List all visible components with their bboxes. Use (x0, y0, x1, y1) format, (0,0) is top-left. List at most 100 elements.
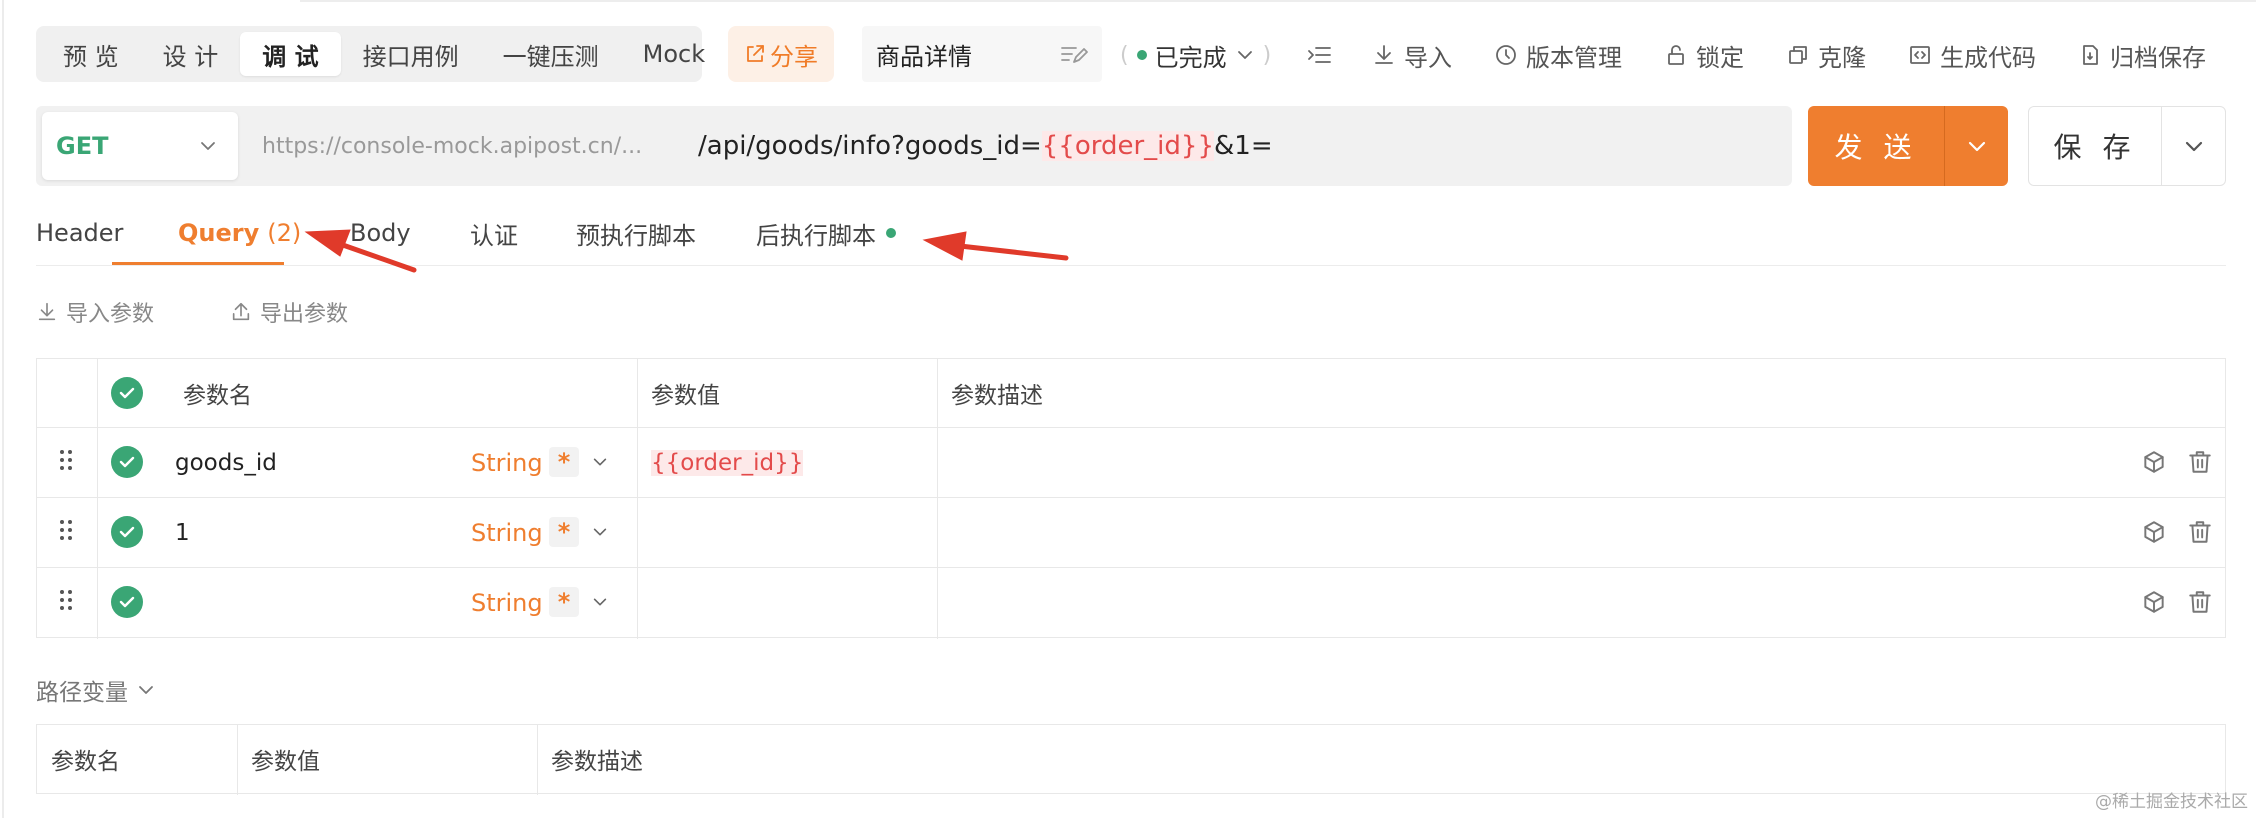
clone-label: 克隆 (1818, 43, 1866, 72)
cube-icon[interactable] (2141, 449, 2167, 475)
chevron-down-icon (198, 136, 218, 156)
top-border (300, 0, 2256, 2)
column-header-value: 参数值 (651, 383, 720, 409)
method-label: GET (56, 132, 109, 160)
mode-debug[interactable]: 调 试 (240, 32, 341, 76)
upload-icon (230, 301, 252, 323)
trash-icon[interactable] (2187, 589, 2213, 615)
lock-label: 锁定 (1696, 43, 1744, 72)
required-toggle[interactable]: * (549, 587, 579, 617)
export-params-label: 导出参数 (260, 302, 349, 327)
chevron-down-icon[interactable] (591, 453, 609, 471)
param-value-variable: {{order_id}} (651, 450, 804, 476)
lock-icon (1664, 43, 1688, 67)
param-name-input[interactable]: goods_id (175, 445, 277, 481)
row-checkbox[interactable] (111, 446, 143, 478)
lock-button[interactable]: 锁定 (1664, 30, 1744, 80)
cube-icon[interactable] (2141, 589, 2167, 615)
column-header-name: 参数名 (183, 383, 252, 409)
tab-query-count: (2) (267, 219, 302, 247)
tab-post-script[interactable]: 后执行脚本 (756, 200, 896, 266)
column-header-name: 参数名 (51, 749, 120, 775)
chevron-down-icon (136, 680, 156, 700)
path-vars-toggle[interactable]: 路径变量 (36, 670, 156, 710)
required-toggle[interactable]: * (549, 517, 579, 547)
column-header-value: 参数值 (251, 749, 320, 775)
trash-icon[interactable] (2187, 449, 2213, 475)
select-all-checkbox[interactable] (111, 377, 143, 409)
required-star: * (549, 587, 579, 617)
share-button[interactable]: 分享 (728, 26, 834, 82)
divider: ( (1120, 42, 1129, 68)
tab-header[interactable]: Header (36, 200, 123, 266)
edit-icon[interactable] (1060, 42, 1088, 66)
mode-design[interactable]: 设 计 (141, 32, 241, 76)
archive-button[interactable]: 归档保存 (2078, 30, 2206, 80)
param-type-select[interactable]: String (471, 585, 543, 621)
param-type-select[interactable]: String (471, 445, 543, 481)
url-path-suffix: &1= (1214, 131, 1273, 161)
send-button[interactable]: 发 送 (1808, 106, 2008, 186)
collapse-button[interactable] (1306, 30, 1332, 80)
mode-load-test[interactable]: 一键压测 (481, 32, 621, 76)
share-label: 分享 (770, 42, 818, 71)
query-params-table: 参数名 参数值 参数描述 goods_id String * {{order_i… (36, 358, 2226, 639)
version-button[interactable]: 版本管理 (1494, 30, 1622, 80)
mode-mock[interactable]: Mock (621, 32, 727, 76)
version-label: 版本管理 (1526, 43, 1622, 72)
archive-label: 归档保存 (2110, 43, 2206, 72)
api-name-field[interactable]: 商品详情 (862, 26, 1102, 82)
copy-icon (1786, 43, 1810, 67)
tab-query-label: Query (178, 219, 260, 247)
import-params-label: 导入参数 (66, 302, 155, 327)
import-params-button[interactable]: 导入参数 (36, 292, 154, 332)
param-name-input[interactable]: 1 (175, 515, 190, 551)
tab-pre-script[interactable]: 预执行脚本 (576, 200, 696, 266)
check-icon (111, 377, 143, 409)
archive-icon (2078, 43, 2102, 67)
required-toggle[interactable]: * (549, 447, 579, 477)
status-dropdown[interactable]: ( 已完成 ) (1120, 30, 1271, 80)
trash-icon[interactable] (2187, 519, 2213, 545)
tab-query[interactable]: Query (2) (178, 200, 301, 266)
param-value-input[interactable]: {{order_id}} (651, 445, 804, 481)
clone-button[interactable]: 克隆 (1786, 30, 1866, 80)
mode-switcher: 预 览 设 计 调 试 接口用例 一键压测 Mock (36, 26, 705, 82)
chevron-down-icon[interactable] (591, 593, 609, 611)
share-icon (744, 43, 766, 65)
import-button[interactable]: 导入 (1372, 30, 1452, 80)
mode-preview[interactable]: 预 览 (41, 32, 141, 76)
download-icon (36, 301, 58, 323)
divider: ) (1262, 42, 1272, 68)
url-path-input[interactable]: /api/goods/info?goods_id= {{order_id}} &1= (698, 118, 1273, 174)
save-button[interactable]: 保 存 (2028, 106, 2226, 186)
method-select[interactable]: GET (42, 112, 238, 180)
import-label: 导入 (1404, 43, 1452, 72)
indent-icon (1306, 43, 1332, 67)
drag-handle-icon[interactable] (57, 517, 75, 543)
param-type-select[interactable]: String (471, 515, 543, 551)
chevron-down-icon[interactable] (2162, 134, 2225, 158)
chevron-down-icon[interactable] (591, 523, 609, 541)
url-path-variable: {{order_id}} (1041, 131, 1214, 161)
cube-icon[interactable] (2141, 519, 2167, 545)
row-checkbox[interactable] (111, 516, 143, 548)
required-star: * (549, 517, 579, 547)
clock-icon (1494, 43, 1518, 67)
drag-handle-icon[interactable] (57, 447, 75, 473)
tab-post-script-label: 后执行脚本 (756, 221, 876, 250)
request-tabs: Header Query (2) Body 认证 预执行脚本 后执行脚本 (36, 200, 2226, 266)
active-tab-underline (112, 262, 284, 265)
drag-handle-icon[interactable] (57, 587, 75, 613)
left-border (2, 0, 4, 818)
code-icon (1908, 43, 1932, 67)
tab-body[interactable]: Body (350, 200, 411, 266)
chevron-down-icon[interactable] (1945, 134, 2008, 158)
row-checkbox[interactable] (111, 586, 143, 618)
tab-auth[interactable]: 认证 (470, 200, 518, 266)
export-params-button[interactable]: 导出参数 (230, 292, 348, 332)
mode-api-cases[interactable]: 接口用例 (341, 32, 481, 76)
generate-code-button[interactable]: 生成代码 (1908, 30, 2036, 80)
download-icon (1372, 43, 1396, 67)
url-host[interactable]: https://console-mock.apipost.cn/... (262, 118, 642, 174)
